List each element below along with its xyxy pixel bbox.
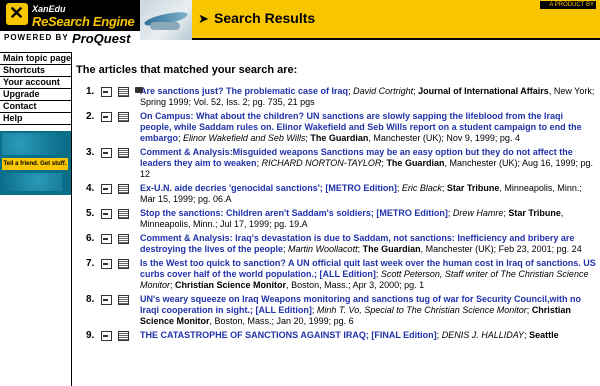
result-details: , Manchester (UK); Nov 9, 1999; pg. 4 (368, 133, 520, 143)
tell-a-friend-promo[interactable]: Tell a friend. Get stuff. (0, 131, 71, 195)
abstract-icon[interactable] (101, 184, 112, 194)
abstract-icon[interactable] (101, 112, 112, 122)
page-image-icon[interactable] (135, 87, 143, 93)
abstract-icon[interactable] (101, 259, 112, 269)
result-number: 2. (86, 111, 95, 122)
powered-by-banner: POWERED BY ProQuest (0, 31, 140, 47)
result-title-link[interactable]: Are sanctions just? The problematic case… (140, 86, 348, 96)
result-publication: Star Tribune (446, 183, 500, 193)
banner-hand-graphic (150, 22, 180, 30)
result-publication: Christian Science Monitor (175, 280, 287, 290)
result-edition: ; [ALL Edition] (314, 269, 376, 279)
result-author: Minh T. Vo, Special to The Christian Sci… (316, 305, 527, 315)
result-row: 5. Stop the sanctions: Children aren't Sa… (82, 208, 597, 230)
result-number: 6. (86, 233, 95, 244)
result-number: 5. (86, 208, 95, 219)
sidebar-nav: Main topic page Shortcuts Your account U… (0, 52, 71, 125)
abstract-icon[interactable] (101, 87, 112, 97)
result-row: 3. Comment & Analysis:Misguided weapons S… (82, 147, 597, 180)
header-bar: ➤ Search Results A PRODUCT BY XanEdu (192, 0, 600, 38)
abstract-icon[interactable] (101, 331, 112, 341)
result-row: 6. Comment & Analysis: Iraq's devastation… (82, 233, 597, 255)
result-number: 4. (86, 183, 95, 194)
results-heading: The articles that matched your search ar… (76, 64, 298, 76)
result-author: Martin Woollacott (288, 244, 358, 254)
result-edition: ; [ALL Edition] (250, 305, 312, 315)
full-text-icon[interactable] (118, 112, 129, 122)
xanedu-logo[interactable]: XanEdu ReSearch Engine POWERED BY ProQue… (0, 0, 140, 47)
result-number: 8. (86, 294, 95, 305)
promo-label: Tell a friend. Get stuff. (2, 158, 68, 170)
result-number: 3. (86, 147, 95, 158)
result-number: 1. (86, 86, 95, 97)
result-title-link[interactable]: THE CATASTROPHE OF SANCTIONS AGAINST IRA… (140, 330, 366, 340)
result-edition: ; [METRO Edition] (370, 208, 448, 218)
result-publication: Journal of International Affairs (418, 86, 549, 96)
result-author: DENIS J. HALLIDAY (441, 330, 525, 340)
result-row: 8. UN's weary squeeze on Iraq Weapons mon… (82, 294, 597, 327)
full-text-icon[interactable] (118, 234, 129, 244)
full-text-icon[interactable] (118, 87, 129, 97)
result-author: David Cortright (353, 86, 414, 96)
promo-graphic-bottom (2, 173, 62, 191)
result-details: , Manchester (UK); Feb 23, 2001; pg. 24 (420, 244, 582, 254)
proquest-logo: ProQuest (72, 31, 131, 46)
full-text-icon[interactable] (118, 209, 129, 219)
result-row: 4. Ex-U.N. aide decries 'genocidal sancti… (82, 183, 597, 205)
results-list: 1. Are sanctions just? The problematic ca… (82, 86, 597, 344)
result-row: 9. THE CATASTROPHE OF SANCTIONS AGAINST I… (82, 330, 597, 341)
header-divider (192, 38, 600, 40)
page-title: Search Results (214, 10, 316, 26)
sidebar-item-help[interactable]: Help (0, 113, 71, 125)
full-text-icon[interactable] (118, 295, 129, 305)
result-publication: Star Tribune (508, 208, 561, 218)
result-row: 1. Are sanctions just? The problematic ca… (82, 86, 597, 108)
result-details: , Boston, Mass.; Jan 20, 1999; pg. 6 (209, 316, 354, 326)
result-publication: Seattle (529, 330, 559, 340)
result-details: , Boston, Mass.; Apr 3, 2000; pg. 1 (286, 280, 425, 290)
sidebar-item-main-topic-page[interactable]: Main topic page (0, 53, 71, 65)
full-text-icon[interactable] (118, 331, 129, 341)
result-author: Elinor Wakefield and Seb Wills (183, 133, 306, 143)
result-author: RICHARD NORTON-TAYLOR (261, 158, 382, 168)
powered-by-label: POWERED BY (4, 33, 69, 42)
result-publication: The Guardian (310, 133, 369, 143)
result-edition: ; [FINAL Edition] (365, 330, 437, 340)
brand-name-top: XanEdu (32, 4, 66, 14)
result-number: 9. (86, 330, 95, 341)
result-title-link[interactable]: Stop the sanctions: Children aren't Sadd… (140, 208, 371, 218)
full-text-icon[interactable] (118, 148, 129, 158)
result-row: 2. On Campus: What about the children? UN… (82, 111, 597, 144)
result-publication: The Guardian (362, 244, 421, 254)
full-text-icon[interactable] (118, 184, 129, 194)
arrow-right-icon: ➤ (198, 11, 209, 26)
result-row: 7. Is the West too quick to sanction? A U… (82, 258, 597, 291)
abstract-icon[interactable] (101, 209, 112, 219)
sidebar: Main topic page Shortcuts Your account U… (0, 52, 72, 386)
sidebar-item-upgrade[interactable]: Upgrade (0, 89, 71, 101)
result-author: Drew Hamre (452, 208, 504, 218)
abstract-icon[interactable] (101, 148, 112, 158)
abstract-icon[interactable] (101, 234, 112, 244)
full-text-icon[interactable] (118, 259, 129, 269)
sidebar-item-contact[interactable]: Contact (0, 101, 71, 113)
result-title-link[interactable]: Ex-U.N. aide decries 'genocidal sanction… (140, 183, 320, 193)
sidebar-item-shortcuts[interactable]: Shortcuts (0, 65, 71, 77)
abstract-icon[interactable] (101, 295, 112, 305)
sidebar-item-your-account[interactable]: Your account (0, 77, 71, 89)
result-edition: ; [METRO Edition] (319, 183, 397, 193)
result-publication: The Guardian (386, 158, 445, 168)
product-tag: A PRODUCT BY XanEdu (540, 1, 596, 16)
brand-name-main: ReSearch Engine (32, 14, 135, 29)
result-author: Eric Black (401, 183, 442, 193)
banner-image (140, 0, 192, 40)
promo-graphic-top (2, 133, 62, 155)
xanedu-x-icon (6, 3, 28, 25)
result-number: 7. (86, 258, 95, 269)
